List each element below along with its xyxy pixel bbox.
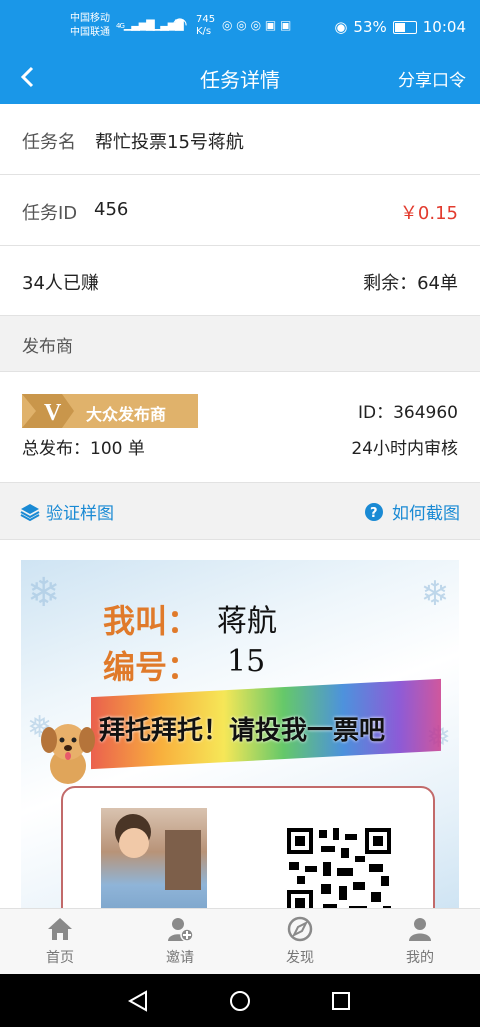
verify-sample-label: 验证样图	[46, 504, 114, 524]
battery-icon	[392, 20, 417, 34]
number-key: 编号：	[103, 648, 200, 686]
profile-icon	[409, 918, 431, 941]
how-to-label: 如何截图	[392, 504, 460, 524]
title-bar: 任务详情 分享口令	[0, 52, 480, 104]
earned-count: 34人已赚	[22, 273, 99, 294]
remaining-count: 剩余：64单	[363, 273, 458, 294]
recents-square-icon[interactable]	[331, 991, 351, 1011]
bottom-tab-bar: 首页 邀请 发现 我的	[0, 908, 480, 975]
name-key: 我叫：	[103, 602, 200, 640]
qr-code-icon	[285, 826, 393, 908]
network-speed: 745 K/s	[196, 14, 216, 37]
tab-profile-label: 我的	[406, 950, 434, 966]
help-icon: ?	[365, 502, 383, 521]
layers-icon	[20, 503, 40, 521]
publisher-section-header: 发布商	[0, 316, 480, 372]
task-id-label: 任务ID	[22, 203, 78, 224]
publisher-badge: V 大众发布商	[22, 394, 198, 428]
carrier-1: 中国移动	[70, 13, 110, 24]
task-id-row: 任务ID 456 ￥0.15	[0, 175, 480, 246]
notification-icons: ◎ ◎ ◎ ▣ ▣	[222, 18, 292, 32]
wifi-icon: ◠	[172, 14, 188, 35]
snowflake-icon: ❄	[420, 574, 450, 614]
battery-percent: 53%	[353, 18, 387, 36]
sample-image-area: ❄ ❄ ❅ ❅ 我叫： 蒋航 编号： 15 拜托拜托！请投我一票吧	[0, 540, 480, 908]
discover-icon	[287, 916, 313, 942]
svg-text:?: ?	[370, 506, 378, 521]
puppy-icon	[41, 724, 95, 784]
task-progress-row: 34人已赚 剩余：64单	[0, 246, 480, 316]
task-name-value: 帮忙投票15号蒋航	[95, 132, 244, 153]
badge-label: 大众发布商	[86, 405, 167, 424]
task-id-value: 456	[94, 199, 129, 220]
tab-invite[interactable]: 邀请	[120, 915, 240, 967]
system-nav-bar	[0, 974, 480, 1027]
home-icon	[48, 918, 72, 940]
publisher-total: 总发布：100 单	[22, 439, 145, 459]
snowflake-icon: ❄	[27, 570, 61, 616]
home-circle-icon[interactable]	[229, 990, 251, 1012]
review-time: 24小时内审核	[351, 439, 458, 459]
svg-text:V: V	[44, 400, 62, 426]
eye-icon: ◉	[334, 18, 348, 36]
tab-home-label: 首页	[46, 950, 74, 966]
publisher-id: ID：364960	[358, 403, 458, 423]
tab-profile[interactable]: 我的	[360, 915, 480, 967]
how-to-screenshot-link[interactable]: ? 如何截图	[364, 499, 460, 524]
task-name-label: 任务名	[22, 132, 76, 153]
carrier-info: 中国移动 中国联通	[70, 12, 110, 40]
photo-frame	[61, 786, 435, 908]
child-photo	[101, 808, 207, 908]
invite-icon	[168, 918, 194, 942]
sample-image[interactable]: ❄ ❄ ❅ ❅ 我叫： 蒋航 编号： 15 拜托拜托！请投我一票吧	[21, 560, 459, 908]
verify-section-header: 验证样图 ? 如何截图	[0, 483, 480, 540]
clock: 10:04	[422, 18, 466, 36]
tab-invite-label: 邀请	[166, 950, 194, 966]
publisher-section-label: 发布商	[22, 337, 73, 357]
back-triangle-icon[interactable]	[127, 990, 149, 1012]
number-value: 15	[227, 644, 266, 679]
banner-text: 拜托拜托！请投我一票吧	[99, 716, 386, 746]
carrier-2: 中国联通	[70, 27, 110, 38]
verify-sample-link[interactable]: 验证样图	[20, 499, 114, 524]
tab-home[interactable]: 首页	[0, 915, 120, 967]
tab-discover[interactable]: 发现	[240, 915, 360, 967]
task-name-row: 任务名 帮忙投票15号蒋航	[0, 104, 480, 175]
status-bar: 中国移动 中国联通 4G▁▃▅▇ 3G▁▃▅▇ ◠ 745 K/s ◎ ◎ ◎ …	[0, 0, 480, 52]
share-code-button[interactable]: 分享口令	[398, 66, 466, 91]
tab-discover-label: 发现	[286, 950, 314, 966]
reward-amount: ￥0.15	[399, 203, 458, 224]
v-badge-icon: V	[22, 394, 74, 428]
name-value: 蒋航	[217, 604, 277, 639]
publisher-info: V 大众发布商 ID：364960 总发布：100 单 24小时内审核	[0, 372, 480, 483]
